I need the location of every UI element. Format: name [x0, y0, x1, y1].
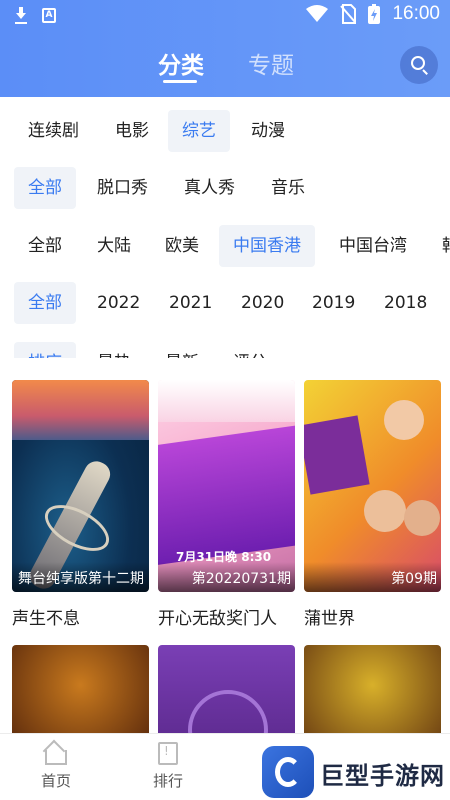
filter-genre-all[interactable]: 全部 [14, 167, 76, 209]
a-notification-icon: A [42, 7, 56, 23]
card-caption: 第20220731期 [158, 562, 295, 592]
filter-year-2021[interactable]: 2021 [155, 282, 226, 324]
tab-category[interactable]: 分类 [158, 46, 204, 80]
media-card[interactable] [12, 645, 149, 745]
filter-sort-label[interactable]: 排序 [14, 342, 76, 358]
filter-region-korea[interactable]: 韩 [428, 225, 450, 267]
filter-type-movie[interactable]: 电影 [101, 110, 163, 152]
media-card[interactable]: 7月31日晚 8:30 第20220731期 [158, 380, 295, 592]
filter-type-anime[interactable]: 动漫 [237, 110, 299, 152]
filter-type-variety[interactable]: 综艺 [168, 110, 230, 152]
home-icon [44, 742, 68, 765]
ranking-icon [156, 742, 180, 765]
card-title[interactable]: 声生不息 [12, 604, 80, 629]
top-tabs: 分类 专题 [0, 40, 450, 90]
nav-ranking[interactable]: 排行 [138, 742, 198, 791]
filter-type-series[interactable]: 连续剧 [14, 110, 93, 152]
filter-year-2018[interactable]: 2018 [370, 282, 441, 324]
media-card[interactable] [304, 645, 441, 745]
filter-genre-talkshow[interactable]: 脱口秀 [83, 167, 162, 209]
status-time: 16:00 [392, 3, 440, 24]
filter-sort-rating[interactable]: 评分 [219, 342, 281, 358]
filter-row-year: 全部 2022 2021 2020 2019 2018 [0, 282, 450, 326]
battery-charging-icon [368, 4, 381, 24]
filter-region-mainland[interactable]: 大陆 [83, 225, 145, 267]
watermark-text: 巨型手游网 [320, 762, 445, 790]
nav-ranking-label: 排行 [152, 772, 183, 790]
search-button[interactable] [400, 46, 438, 84]
filter-region-west[interactable]: 欧美 [151, 225, 213, 267]
tab-topics[interactable]: 专题 [248, 46, 294, 80]
wifi-icon [306, 5, 329, 22]
no-sim-icon [340, 4, 357, 24]
card-title[interactable]: 开心无敌奖门人 [158, 604, 277, 629]
watermark-logo-icon [262, 746, 314, 798]
nav-home[interactable]: 首页 [26, 742, 86, 791]
media-card[interactable]: 舞台纯享版第十二期 [12, 380, 149, 592]
filter-region-taiwan[interactable]: 中国台湾 [325, 225, 421, 267]
filter-row-type: 连续剧 电影 综艺 动漫 [0, 110, 450, 154]
tab-underline [163, 80, 197, 83]
filter-region-hongkong[interactable]: 中国香港 [219, 225, 315, 267]
status-bar: A 16:00 [0, 0, 450, 30]
media-card[interactable]: 第09期 [304, 380, 441, 592]
filter-year-all[interactable]: 全部 [14, 282, 76, 324]
download-icon [14, 6, 28, 24]
filter-genre-music[interactable]: 音乐 [257, 167, 319, 209]
filter-row-genre: 全部 脱口秀 真人秀 音乐 [0, 167, 450, 211]
filter-year-2020[interactable]: 2020 [227, 282, 298, 324]
filter-row-region: 全部 大陆 欧美 中国香港 中国台湾 韩 [0, 225, 450, 269]
watermark: 巨型手游网 [262, 746, 450, 800]
filter-year-2019[interactable]: 2019 [298, 282, 369, 324]
card-title[interactable]: 蒲世界 [304, 604, 355, 629]
filter-genre-reality[interactable]: 真人秀 [170, 167, 249, 209]
card-caption: 第09期 [304, 562, 441, 592]
media-card[interactable] [158, 645, 295, 745]
filter-sort-new[interactable]: 最新 [151, 342, 213, 358]
app-screen: A 16:00 分类 专题 连续剧 电影 综艺 动漫 全部 脱口秀 真人秀 音乐… [0, 0, 450, 800]
filter-year-2022[interactable]: 2022 [83, 282, 154, 324]
card-caption: 舞台纯享版第十二期 [12, 562, 149, 592]
header: A 16:00 分类 专题 [0, 0, 450, 97]
nav-home-label: 首页 [40, 772, 71, 790]
filter-sort-hot[interactable]: 最热 [83, 342, 145, 358]
filter-row-sort: 排序 最热 最新 评分 [0, 340, 450, 358]
filter-region-all[interactable]: 全部 [14, 225, 76, 267]
